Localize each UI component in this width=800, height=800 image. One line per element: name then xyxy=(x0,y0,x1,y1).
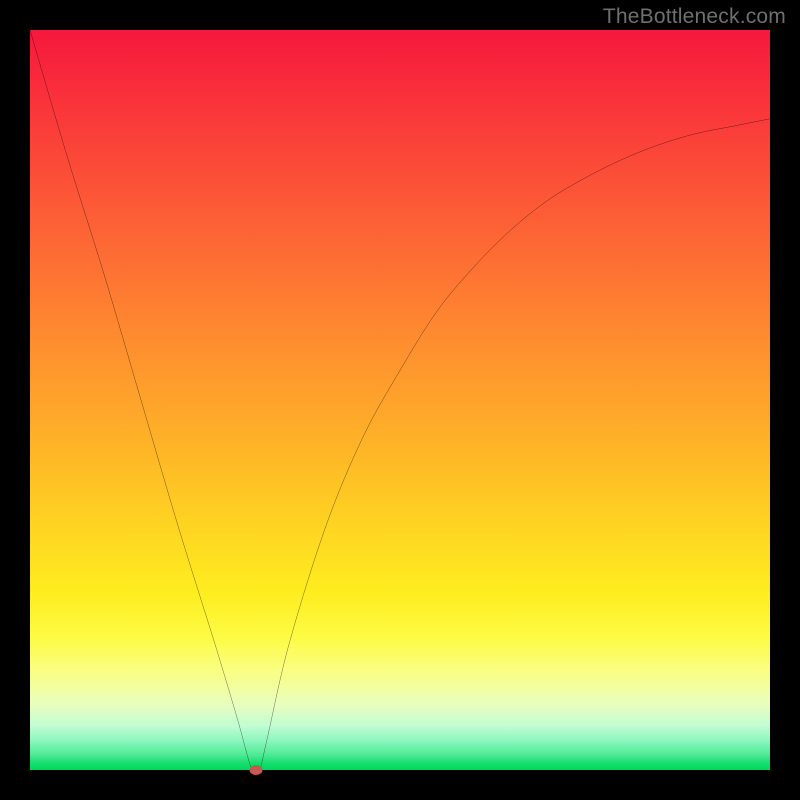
plot-area xyxy=(30,30,770,770)
minimum-marker xyxy=(249,765,262,775)
chart-frame: TheBottleneck.com xyxy=(0,0,800,800)
bottleneck-curve xyxy=(30,30,770,770)
attribution-text: TheBottleneck.com xyxy=(603,5,786,29)
